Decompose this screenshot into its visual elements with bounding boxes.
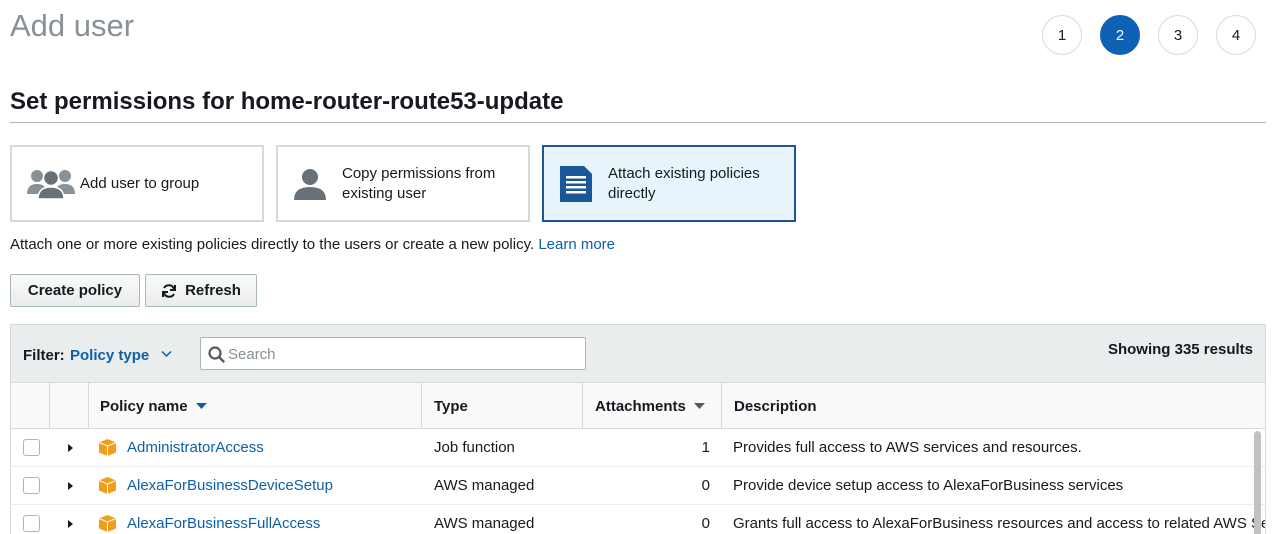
- table-row: AlexaForBusinessDeviceSetup AWS managed …: [11, 467, 1265, 505]
- policy-type-cell: AWS managed: [434, 477, 535, 494]
- policy-link[interactable]: AlexaForBusinessFullAccess: [127, 515, 320, 532]
- filter-bar: Filter: Policy type Showing 335 results: [11, 325, 1265, 383]
- row-checkbox[interactable]: [23, 477, 40, 494]
- sort-icon: [693, 402, 705, 409]
- header-description[interactable]: Description: [722, 383, 1265, 429]
- create-policy-button[interactable]: Create policy: [10, 274, 140, 307]
- help-description: Attach one or more existing policies dir…: [10, 236, 539, 253]
- attachments-cell: 1: [701, 439, 710, 456]
- search-field[interactable]: [200, 337, 586, 370]
- attach-policies-line2: directly: [608, 184, 656, 202]
- step-3[interactable]: 3: [1158, 15, 1198, 55]
- copy-permissions-line1: Copy permissions from: [342, 164, 496, 182]
- add-user-to-group-label: Add user to group: [80, 174, 200, 192]
- refresh-icon: [162, 283, 177, 298]
- header-attachments-label: Attachments: [595, 397, 686, 415]
- cube-icon: [98, 476, 117, 495]
- scrollbar[interactable]: [1254, 431, 1261, 534]
- row-checkbox[interactable]: [23, 439, 40, 456]
- search-icon: [208, 346, 225, 363]
- cube-icon: [98, 514, 117, 533]
- row-checkbox-cell: [11, 429, 50, 467]
- expand-cell: [50, 467, 89, 505]
- policy-type-cell: Job function: [434, 439, 515, 456]
- policy-link[interactable]: AlexaForBusinessDeviceSetup: [127, 477, 333, 494]
- user-icon: [292, 166, 328, 202]
- help-text: Attach one or more existing policies dir…: [10, 236, 615, 253]
- row-checkbox[interactable]: [23, 515, 40, 532]
- policy-name-cell: AlexaForBusinessFullAccess: [89, 505, 422, 534]
- attach-policies-line1: Attach existing policies: [608, 164, 760, 182]
- attachments-cell: 0: [701, 515, 710, 532]
- step-1[interactable]: 1: [1042, 15, 1082, 55]
- copy-permissions-label: Copy permissions from existing user: [342, 164, 495, 204]
- results-count: Showing 335 results: [1107, 341, 1253, 358]
- table-header: Policy name Type Attachments Description: [11, 383, 1265, 429]
- table-row: AlexaForBusinessFullAccess AWS managed 0…: [11, 505, 1265, 534]
- header-policy-name-label: Policy name: [100, 397, 188, 415]
- description-cell: Provide device setup access to AlexaForB…: [733, 477, 1124, 494]
- refresh-button[interactable]: Refresh: [145, 274, 257, 307]
- description-cell: Provides full access to AWS services and…: [733, 439, 1082, 456]
- step-2[interactable]: 2: [1100, 15, 1140, 55]
- header-type[interactable]: Type: [422, 383, 583, 429]
- policy-name-cell: AlexaForBusinessDeviceSetup: [89, 467, 422, 505]
- document-icon: [558, 164, 594, 204]
- add-user-to-group-option[interactable]: Add user to group: [10, 145, 264, 222]
- policy-name-cell: AdministratorAccess: [89, 429, 422, 467]
- description-cell: Grants full access to AlexaForBusiness r…: [733, 515, 1265, 532]
- step-4[interactable]: 4: [1216, 15, 1256, 55]
- policy-link[interactable]: AdministratorAccess: [127, 439, 264, 456]
- header-policy-name[interactable]: Policy name: [50, 383, 422, 429]
- attach-policies-label: Attach existing policies directly: [608, 164, 760, 204]
- expand-arrow-icon[interactable]: [67, 481, 74, 491]
- expand-arrow-icon[interactable]: [67, 519, 74, 529]
- copy-permissions-line2: existing user: [342, 184, 427, 202]
- section-title: Set permissions for home-router-route53-…: [10, 88, 564, 115]
- search-input[interactable]: [228, 344, 568, 364]
- chevron-down-icon[interactable]: [161, 350, 172, 358]
- filter-policy-type-dropdown[interactable]: Policy type: [70, 347, 149, 364]
- attachments-cell: 0: [701, 477, 710, 494]
- copy-permissions-option[interactable]: Copy permissions from existing user: [276, 145, 530, 222]
- refresh-label: Refresh: [185, 282, 241, 299]
- header-select: [11, 383, 50, 429]
- wizard-steps: 1 2 3 4: [1042, 15, 1256, 55]
- policy-type-cell: AWS managed: [434, 515, 535, 532]
- table-row: AdministratorAccess Job function 1 Provi…: [11, 429, 1265, 467]
- policies-table: Filter: Policy type Showing 335 results …: [10, 324, 1266, 534]
- row-checkbox-cell: [11, 505, 50, 534]
- header-attachments[interactable]: Attachments: [583, 383, 722, 429]
- learn-more-link[interactable]: Learn more: [538, 236, 615, 253]
- divider: [10, 122, 1266, 123]
- filter-label: Filter:: [23, 347, 65, 364]
- row-checkbox-cell: [11, 467, 50, 505]
- cube-icon: [98, 438, 117, 457]
- page-title: Add user: [10, 8, 135, 43]
- users-icon: [26, 166, 76, 202]
- permission-options: Add user to group Copy permissions from …: [10, 145, 796, 222]
- expand-cell: [50, 429, 89, 467]
- expand-arrow-icon[interactable]: [67, 443, 74, 453]
- attach-policies-option[interactable]: Attach existing policies directly: [542, 145, 796, 222]
- expand-cell: [50, 505, 89, 534]
- sort-desc-icon: [195, 402, 207, 409]
